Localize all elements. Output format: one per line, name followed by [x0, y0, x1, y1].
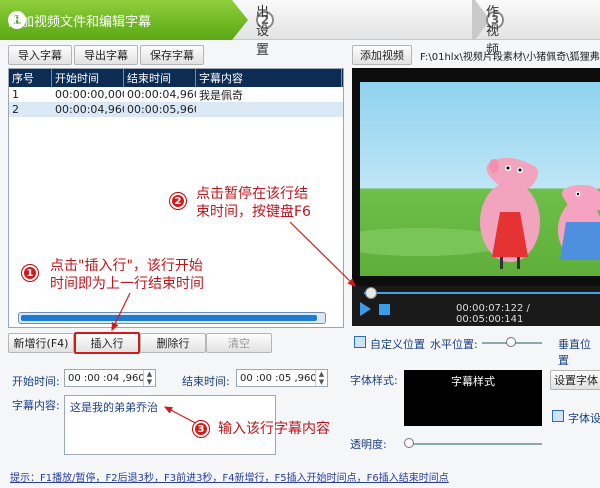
- cell-start: 00:00:04,960: [55, 103, 124, 116]
- play-icon[interactable]: [360, 302, 371, 316]
- video-path: F:\01hlx\视频片段素材\小猪佩奇\狐狸弗: [420, 52, 600, 63]
- video-preview: [352, 68, 600, 286]
- clear-button[interactable]: 清空: [206, 333, 272, 353]
- start-time-input[interactable]: 00 :00 :04 ,960 ▲ ▼: [64, 369, 156, 387]
- table-header: 序号 开始时间 结束时间 字幕内容: [9, 69, 343, 87]
- column-header-content[interactable]: 字幕内容: [196, 69, 342, 87]
- content-label: 字幕内容:: [12, 399, 60, 412]
- stop-icon[interactable]: [379, 304, 390, 315]
- player-controls: 00:00:07:122 / 00:05:00:141: [352, 286, 600, 326]
- annotation-badge-1: 1: [22, 265, 38, 281]
- column-header-end[interactable]: 结束时间: [124, 69, 196, 87]
- start-time-label: 开始时间:: [12, 375, 60, 388]
- annotation-badge-3: 3: [193, 421, 209, 437]
- opacity-knob[interactable]: [404, 438, 414, 448]
- annotation-3-text: 输入该行字幕内容: [218, 421, 330, 437]
- playback-time: 00:00:07:122 / 00:05:00:141: [456, 303, 530, 325]
- annotation-badge-2: 2: [170, 193, 186, 209]
- spin-arrows-icon[interactable]: ▲ ▼: [315, 370, 327, 386]
- hotkey-hint: 提示：F1播放/暂停，F2后退3秒，F3前进3秒，F4新增行，F5插入开始时间点…: [10, 473, 449, 484]
- custom-position-label: 自定义位置: [370, 338, 425, 351]
- tab-step-2[interactable]: 2 输出设置: [256, 0, 280, 58]
- end-time-input[interactable]: 00 :00 :05 ,960 ▲ ▼: [236, 369, 328, 387]
- custom-position-checkbox[interactable]: [354, 336, 366, 348]
- save-subtitle-button[interactable]: 保存字幕: [140, 45, 204, 65]
- v-position-label: 垂直位置: [558, 338, 591, 367]
- seek-bar[interactable]: [364, 292, 600, 294]
- insert-row-button[interactable]: 插入行: [74, 332, 140, 354]
- new-row-button[interactable]: 新增行(F4): [8, 333, 74, 353]
- spin-arrows-icon[interactable]: ▲ ▼: [143, 370, 155, 386]
- seek-knob[interactable]: [365, 287, 377, 299]
- video-frame: [360, 82, 600, 276]
- step-2-label: 输出设置: [256, 0, 270, 58]
- annotation-1-line-2: 时间即为上一行结束时间: [50, 276, 204, 292]
- annotation-2-line-2: 束时间，按键盘F6: [196, 204, 311, 220]
- step-tabs: 1 添加视频文件和编辑字幕 2 输出设置 3 制作视频: [0, 0, 600, 58]
- end-time-value: 00 :00 :05 ,960: [240, 372, 317, 384]
- h-position-knob[interactable]: [506, 337, 516, 347]
- column-header-start[interactable]: 开始时间: [52, 69, 124, 87]
- font-setting-label: 字体设: [568, 412, 600, 425]
- cell-end: 00:00:05,960: [127, 103, 196, 116]
- cell-index: 2: [12, 103, 19, 116]
- table-row[interactable]: 1 00:00:00,000 00:00:04,960 我是佩奇: [9, 87, 343, 102]
- annotation-1-line-1: 点击"插入行"，该行开始: [50, 258, 203, 274]
- cell-content: 我是佩奇: [199, 88, 243, 102]
- column-header-index[interactable]: 序号: [9, 69, 52, 87]
- annotation-2-line-1: 点击暂停在该行结: [196, 186, 308, 202]
- opacity-slider[interactable]: [406, 443, 542, 445]
- step-1-label: 添加视频文件和编辑字幕: [8, 14, 152, 30]
- progress-fill: [21, 315, 317, 321]
- delete-row-button[interactable]: 删除行: [140, 333, 206, 353]
- cell-start: 00:00:00,000: [55, 88, 124, 101]
- cell-content: [196, 102, 342, 117]
- peppa-pig-frame-image: [360, 157, 600, 269]
- app-window: 1 添加视频文件和编辑字幕 2 输出设置 3 制作视频 导入字幕 导出字幕 保存…: [0, 0, 600, 488]
- h-position-label: 水平位置:: [430, 338, 478, 351]
- add-video-button[interactable]: 添加视频: [352, 45, 412, 65]
- table-row-selected[interactable]: 2 00:00:04,960 00:00:05,960: [9, 102, 343, 117]
- style-preview: 字幕样式: [404, 370, 542, 426]
- cell-index: 1: [12, 88, 19, 101]
- opacity-label: 透明度:: [350, 438, 387, 451]
- cell-end: 00:00:04,960: [127, 88, 196, 101]
- end-time-label: 结束时间:: [182, 375, 230, 388]
- tab-step-3[interactable]: 3 制作视频: [486, 0, 510, 58]
- timeline-progress-bar[interactable]: [18, 312, 326, 324]
- export-subtitle-button[interactable]: 导出字幕: [74, 45, 138, 65]
- font-setting-checkbox[interactable]: [552, 410, 564, 422]
- set-font-button[interactable]: 设置字体: [550, 370, 600, 390]
- font-style-label: 字体样式:: [350, 374, 398, 387]
- start-time-value: 00 :00 :04 ,960: [68, 372, 145, 384]
- tab-step-1[interactable]: 1 添加视频文件和编辑字幕: [0, 0, 248, 40]
- import-subtitle-button[interactable]: 导入字幕: [8, 45, 72, 65]
